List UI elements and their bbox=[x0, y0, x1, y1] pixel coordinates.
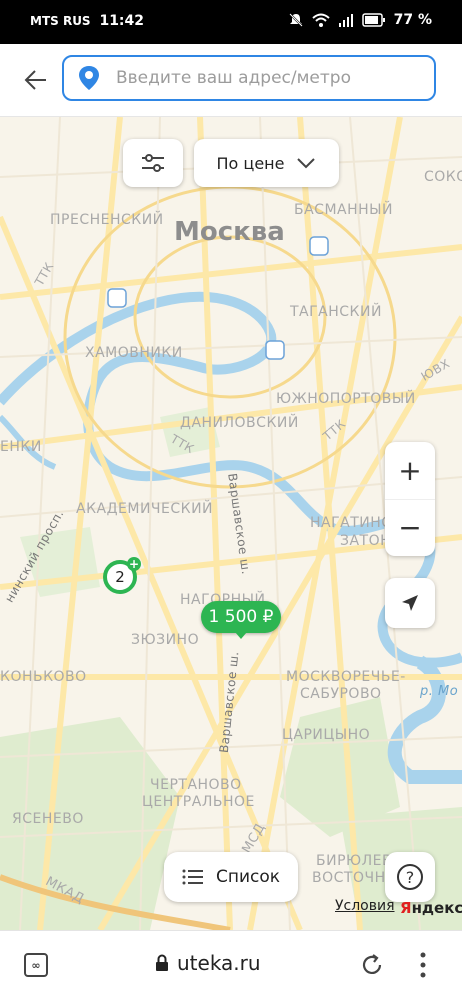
back-arrow-icon[interactable] bbox=[22, 66, 50, 94]
browser-toolbar: ∞ uteka.ru bbox=[0, 930, 462, 1001]
battery-icon bbox=[361, 13, 385, 27]
river-label: р. Мо bbox=[420, 684, 459, 699]
district-label: ЕНКИ bbox=[0, 439, 42, 455]
help-glyph: ? bbox=[405, 867, 415, 887]
more-menu-icon[interactable] bbox=[418, 951, 428, 979]
district-label: МОСКВОРЕЧЬЕ- bbox=[286, 669, 406, 685]
wifi-icon bbox=[311, 13, 330, 27]
district-label: ЯСЕНЕВО bbox=[12, 811, 84, 827]
carrier-label: MTS RUS bbox=[30, 14, 91, 28]
district-label: ЦАРИЦЫНО bbox=[282, 727, 371, 743]
city-label: Москва bbox=[174, 217, 285, 247]
list-view-button[interactable]: Список bbox=[164, 852, 298, 902]
district-label: БАСМАННЫЙ bbox=[294, 202, 393, 218]
district-label: ТАГАНСКИЙ bbox=[290, 304, 382, 320]
district-label: ЗЮЗИНО bbox=[131, 632, 200, 648]
status-bar: MTS RUS 11:42 77 % bbox=[0, 0, 462, 44]
yandex-logo: Яндекс bbox=[400, 899, 462, 917]
yandex-logo-y: Я bbox=[400, 899, 412, 917]
district-label: ДАНИЛОВСКИЙ bbox=[180, 415, 299, 431]
district-label: КОНЬКОВО bbox=[0, 669, 87, 685]
district-label: ЦЕНТРАЛЬНОЕ bbox=[142, 794, 255, 810]
district-label: САБУРОВО bbox=[300, 686, 382, 702]
list-view-label: Список bbox=[215, 867, 281, 887]
chevron-down-icon bbox=[297, 158, 316, 169]
plus-icon: + bbox=[127, 557, 141, 571]
district-label: СОКО bbox=[424, 169, 462, 185]
clock: 11:42 bbox=[99, 13, 145, 29]
district-label: ЗАТОН bbox=[340, 533, 392, 549]
lock-icon bbox=[156, 954, 168, 971]
district-label: ЧЕРТАНОВО bbox=[150, 777, 242, 793]
address-bar[interactable]: uteka.ru bbox=[155, 951, 261, 975]
location-pin-icon bbox=[79, 66, 99, 90]
my-location-button[interactable] bbox=[385, 578, 435, 628]
zoom-in-button[interactable]: + bbox=[385, 442, 435, 500]
district-label: ЮЖНОПОРТОВЫЙ bbox=[276, 391, 416, 407]
search-header bbox=[0, 44, 462, 117]
sort-label: По цене bbox=[216, 153, 285, 173]
map-view[interactable]: Москва ПРЕСНЕНСКИЙ БАСМАННЫЙ СОКО ТАГАНС… bbox=[0, 117, 462, 930]
district-label: АКАДЕМИЧЕСКИЙ bbox=[76, 501, 214, 517]
navigation-arrow-icon bbox=[402, 595, 418, 611]
district-label: ПРЕСНЕНСКИЙ bbox=[50, 212, 164, 228]
address-search-input[interactable] bbox=[114, 67, 418, 89]
filter-button[interactable] bbox=[123, 139, 183, 187]
terms-link[interactable]: Условия bbox=[335, 898, 395, 914]
district-label: ХАМОВНИКИ bbox=[85, 345, 183, 361]
reload-icon[interactable] bbox=[360, 953, 384, 977]
zoom-control: + − bbox=[385, 442, 435, 556]
list-icon bbox=[182, 869, 203, 885]
sort-dropdown[interactable]: По цене bbox=[194, 139, 339, 187]
price-marker[interactable]: 1 500 ₽ bbox=[201, 601, 281, 639]
url-text: uteka.ru bbox=[177, 951, 261, 975]
zoom-out-button[interactable]: − bbox=[385, 500, 435, 557]
yandex-logo-rest: ндекс bbox=[411, 899, 462, 917]
battery-level: 77 % bbox=[393, 12, 432, 28]
signal-icon bbox=[338, 14, 353, 27]
mute-icon bbox=[288, 13, 303, 27]
tabs-icon[interactable]: ∞ bbox=[24, 953, 48, 977]
address-search-box[interactable] bbox=[62, 55, 436, 101]
help-button[interactable]: ? bbox=[385, 852, 435, 902]
filter-sliders-icon bbox=[142, 154, 164, 172]
